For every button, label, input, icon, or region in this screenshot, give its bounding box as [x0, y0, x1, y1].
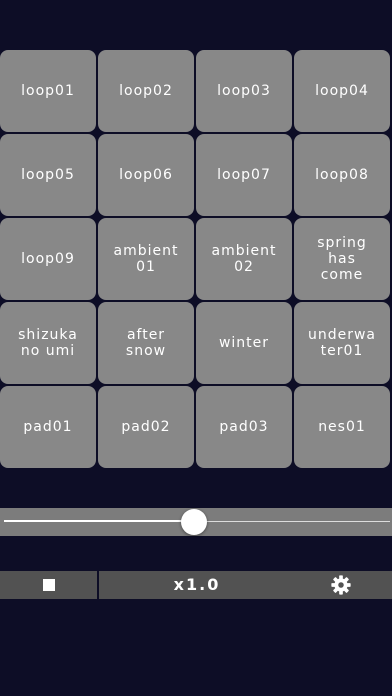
slider-track-remaining	[194, 521, 390, 522]
pad-button[interactable]: shizuka no umi	[0, 302, 96, 384]
pad-button[interactable]: loop06	[98, 134, 194, 216]
pad-button[interactable]: loop07	[196, 134, 292, 216]
pad-button[interactable]: loop01	[0, 50, 96, 132]
pad-button[interactable]: loop09	[0, 218, 96, 300]
status-bar: ​	[0, 0, 392, 20]
pad-button[interactable]: pad01	[0, 386, 96, 468]
bottom-toolbar: x1.0	[0, 571, 392, 599]
pad-button[interactable]: pad03	[196, 386, 292, 468]
stop-button[interactable]	[0, 571, 97, 599]
stop-icon	[43, 579, 55, 591]
pad-button[interactable]: loop05	[0, 134, 96, 216]
pad-grid: loop01 loop02 loop03 loop04 loop05 loop06 loop…	[0, 50, 392, 468]
pad-button[interactable]: loop03	[196, 50, 292, 132]
pad-button[interactable]: loop04	[294, 50, 390, 132]
speed-label[interactable]: x1.0	[99, 571, 295, 599]
pad-button[interactable]: underwa ter01	[294, 302, 390, 384]
pad-button[interactable]: ambient 02	[196, 218, 292, 300]
gear-icon	[331, 575, 351, 595]
pad-button[interactable]: winter	[196, 302, 292, 384]
pad-button[interactable]: nes01	[294, 386, 390, 468]
slider-track-filled	[4, 520, 194, 522]
pad-button[interactable]: loop08	[294, 134, 390, 216]
pad-button[interactable]: pad02	[98, 386, 194, 468]
pad-button[interactable]: spring has come	[294, 218, 390, 300]
pad-button[interactable]: loop02	[98, 50, 194, 132]
settings-button[interactable]	[329, 574, 353, 596]
pad-button[interactable]: after snow	[98, 302, 194, 384]
pad-button[interactable]: ambient 01	[98, 218, 194, 300]
playback-slider[interactable]	[0, 508, 392, 536]
slider-thumb[interactable]	[181, 509, 207, 535]
